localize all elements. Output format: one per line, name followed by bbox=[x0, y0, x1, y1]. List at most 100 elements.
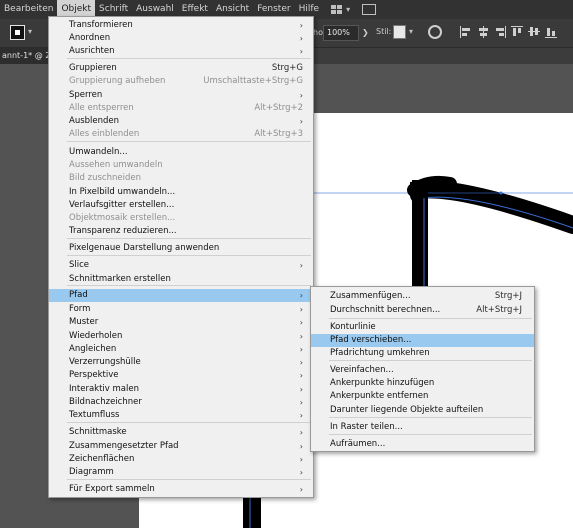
menu-item-label: Interaktiv malen bbox=[69, 384, 139, 394]
objekt-menu: Transformieren › Anordnen › Ausrichten › Grupp… bbox=[48, 16, 314, 498]
menu-item-label: Ankerpunkte entfernen bbox=[330, 391, 429, 401]
menu-item-zusammengesetzter-pfad[interactable]: Zusammengesetzter Pfad › bbox=[49, 440, 313, 453]
submenu-item-pfad-verschieben[interactable]: Pfad verschieben... bbox=[311, 334, 534, 347]
menu-item-label: Wiederholen bbox=[69, 331, 123, 341]
menu-item-pfad[interactable]: Pfad › bbox=[49, 289, 313, 302]
submenu-item-ankerpunkte-hinzufügen[interactable]: Ankerpunkte hinzufügen bbox=[311, 377, 534, 390]
menu-item-bildnachzeichner[interactable]: Bildnachzeichner › bbox=[49, 396, 313, 409]
menu-item-label: Angleichen bbox=[69, 344, 117, 354]
menu-item-perspektive[interactable]: Perspektive › bbox=[49, 369, 313, 382]
menu-item-gruppierung-aufheben: Gruppierung aufheben Umschalttaste+Strg+G bbox=[49, 75, 313, 88]
menu-item-label: Textumfluss bbox=[69, 410, 120, 420]
menu-item-label: Vereinfachen... bbox=[330, 365, 394, 375]
menu-item-label: Für Export sammeln bbox=[69, 484, 155, 494]
submenu-item-aufräumen[interactable]: Aufräumen... bbox=[311, 438, 534, 451]
menu-separator bbox=[67, 58, 311, 59]
submenu-item-ankerpunkte-entfernen[interactable]: Ankerpunkte entfernen bbox=[311, 390, 534, 403]
menu-separator bbox=[329, 318, 532, 319]
menu-item-label: Transparenz reduzieren... bbox=[69, 226, 177, 236]
menu-separator bbox=[67, 255, 311, 256]
submenu-arrow-icon: › bbox=[299, 345, 303, 354]
menu-item-umwandeln[interactable]: Umwandeln... bbox=[49, 146, 313, 159]
menu-item-alles-einblenden: Alles einblenden Alt+Strg+3 bbox=[49, 128, 313, 141]
menu-item-wiederholen[interactable]: Wiederholen › bbox=[49, 330, 313, 343]
menu-item-label: Umwandeln... bbox=[69, 147, 128, 157]
submenu-arrow-icon: › bbox=[299, 332, 303, 341]
submenu-arrow-icon: › bbox=[299, 358, 303, 367]
menu-item-ausrichten[interactable]: Ausrichten › bbox=[49, 45, 313, 58]
menu-item-label: Perspektive bbox=[69, 370, 119, 380]
menu-separator bbox=[67, 479, 311, 480]
menu-item-label: Aufräumen... bbox=[330, 439, 386, 449]
menu-item-label: Sperren bbox=[69, 90, 103, 100]
menu-item-label: Durchschnitt berechnen... bbox=[330, 305, 441, 315]
menu-item-shortcut: Strg+J bbox=[494, 291, 522, 301]
menu-item-anordnen[interactable]: Anordnen › bbox=[49, 32, 313, 45]
menu-item-verlaufsgitter-erstellen[interactable]: Verlaufsgitter erstellen... bbox=[49, 199, 313, 212]
menu-item-label: Gruppierung aufheben bbox=[69, 76, 166, 86]
menu-item-label: Pfadrichtung umkehren bbox=[330, 348, 430, 358]
menu-item-transformieren[interactable]: Transformieren › bbox=[49, 19, 313, 32]
menu-item-interaktiv-malen[interactable]: Interaktiv malen › bbox=[49, 383, 313, 396]
menu-item-label: Ankerpunkte hinzufügen bbox=[330, 378, 435, 388]
menu-item-label: Schnittmaske bbox=[69, 427, 127, 437]
menu-item-label: Bildnachzeichner bbox=[69, 397, 142, 407]
menu-item-label: Bild zuschneiden bbox=[69, 173, 141, 183]
menu-item-schnittmaske[interactable]: Schnittmaske › bbox=[49, 426, 313, 439]
submenu-arrow-icon: › bbox=[299, 371, 303, 380]
menu-item-diagramm[interactable]: Diagramm › bbox=[49, 466, 313, 479]
menu-item-transparenz-reduzieren[interactable]: Transparenz reduzieren... bbox=[49, 225, 313, 238]
submenu-arrow-icon: › bbox=[299, 117, 303, 126]
menu-item-label: Zusammenfügen... bbox=[330, 291, 411, 301]
menu-item-muster[interactable]: Muster › bbox=[49, 316, 313, 329]
submenu-arrow-icon: › bbox=[299, 291, 303, 300]
menu-item-label: Transformieren bbox=[69, 20, 133, 30]
menu-item-label: In Pixelbild umwandeln... bbox=[69, 187, 176, 197]
menu-item-label: Diagramm bbox=[69, 467, 114, 477]
submenu-item-konturlinie[interactable]: Konturlinie bbox=[311, 321, 534, 334]
submenu-item-darunter-liegende-objekte-aufteilen[interactable]: Darunter liegende Objekte aufteilen bbox=[311, 404, 534, 417]
menu-item-label: Pixelgenaue Darstellung anwenden bbox=[69, 243, 220, 253]
menu-item-label: Objektmosaik erstellen... bbox=[69, 213, 176, 223]
menu-item-label: Darunter liegende Objekte aufteilen bbox=[330, 405, 484, 415]
menu-item-label: Pfad bbox=[69, 290, 88, 300]
menu-item-angleichen[interactable]: Angleichen › bbox=[49, 343, 313, 356]
submenu-arrow-icon: › bbox=[299, 305, 303, 314]
menu-item-textumfluss[interactable]: Textumfluss › bbox=[49, 409, 313, 422]
menu-item-label: Aussehen umwandeln bbox=[69, 160, 163, 170]
submenu-item-zusammenfügen[interactable]: Zusammenfügen... Strg+J bbox=[311, 290, 534, 303]
submenu-arrow-icon: › bbox=[299, 468, 303, 477]
pfad-submenu: Zusammenfügen... Strg+J Durchschnitt berec… bbox=[310, 286, 535, 452]
submenu-arrow-icon: › bbox=[299, 485, 303, 494]
menu-item-label: Verzerrungshülle bbox=[69, 357, 141, 367]
submenu-item-in-raster-teilen[interactable]: In Raster teilen... bbox=[311, 421, 534, 434]
menu-item-label: Verlaufsgitter erstellen... bbox=[69, 200, 175, 210]
submenu-item-vereinfachen[interactable]: Vereinfachen... bbox=[311, 364, 534, 377]
menu-item-slice[interactable]: Slice › bbox=[49, 259, 313, 272]
menu-item-label: Alles einblenden bbox=[69, 129, 140, 139]
submenu-item-durchschnitt-berechnen[interactable]: Durchschnitt berechnen... Alt+Strg+J bbox=[311, 304, 534, 317]
submenu-arrow-icon: › bbox=[299, 91, 303, 100]
menu-item-in-pixelbild-umwandeln[interactable]: In Pixelbild umwandeln... bbox=[49, 186, 313, 199]
menu-item-label: Zusammengesetzter Pfad bbox=[69, 441, 179, 451]
submenu-arrow-icon: › bbox=[299, 34, 303, 43]
menu-separator bbox=[329, 434, 532, 435]
menu-item-label: Slice bbox=[69, 260, 90, 270]
menu-item-verzerrungshülle[interactable]: Verzerrungshülle › bbox=[49, 356, 313, 369]
menu-item-aussehen-umwandeln: Aussehen umwandeln bbox=[49, 159, 313, 172]
menu-separator bbox=[329, 417, 532, 418]
menu-item-sperren[interactable]: Sperren › bbox=[49, 89, 313, 102]
menu-item-zeichenflächen[interactable]: Zeichenflächen › bbox=[49, 453, 313, 466]
menu-item-schnittmarken-erstellen[interactable]: Schnittmarken erstellen bbox=[49, 273, 313, 286]
submenu-item-pfadrichtung-umkehren[interactable]: Pfadrichtung umkehren bbox=[311, 347, 534, 360]
menu-item-pixelgenaue-darstellung-anwenden[interactable]: Pixelgenaue Darstellung anwenden bbox=[49, 242, 313, 255]
menu-item-für-export-sammeln[interactable]: Für Export sammeln › bbox=[49, 483, 313, 496]
menu-item-label: Form bbox=[69, 304, 91, 314]
menu-item-ausblenden[interactable]: Ausblenden › bbox=[49, 115, 313, 128]
menu-item-gruppieren[interactable]: Gruppieren Strg+G bbox=[49, 62, 313, 75]
menu-item-label: Schnittmarken erstellen bbox=[69, 274, 171, 284]
menu-item-form[interactable]: Form › bbox=[49, 303, 313, 316]
menu-item-alle-entsperren: Alle entsperren Alt+Strg+2 bbox=[49, 102, 313, 115]
submenu-arrow-icon: › bbox=[299, 318, 303, 327]
menu-item-objektmosaik-erstellen: Objektmosaik erstellen... bbox=[49, 212, 313, 225]
